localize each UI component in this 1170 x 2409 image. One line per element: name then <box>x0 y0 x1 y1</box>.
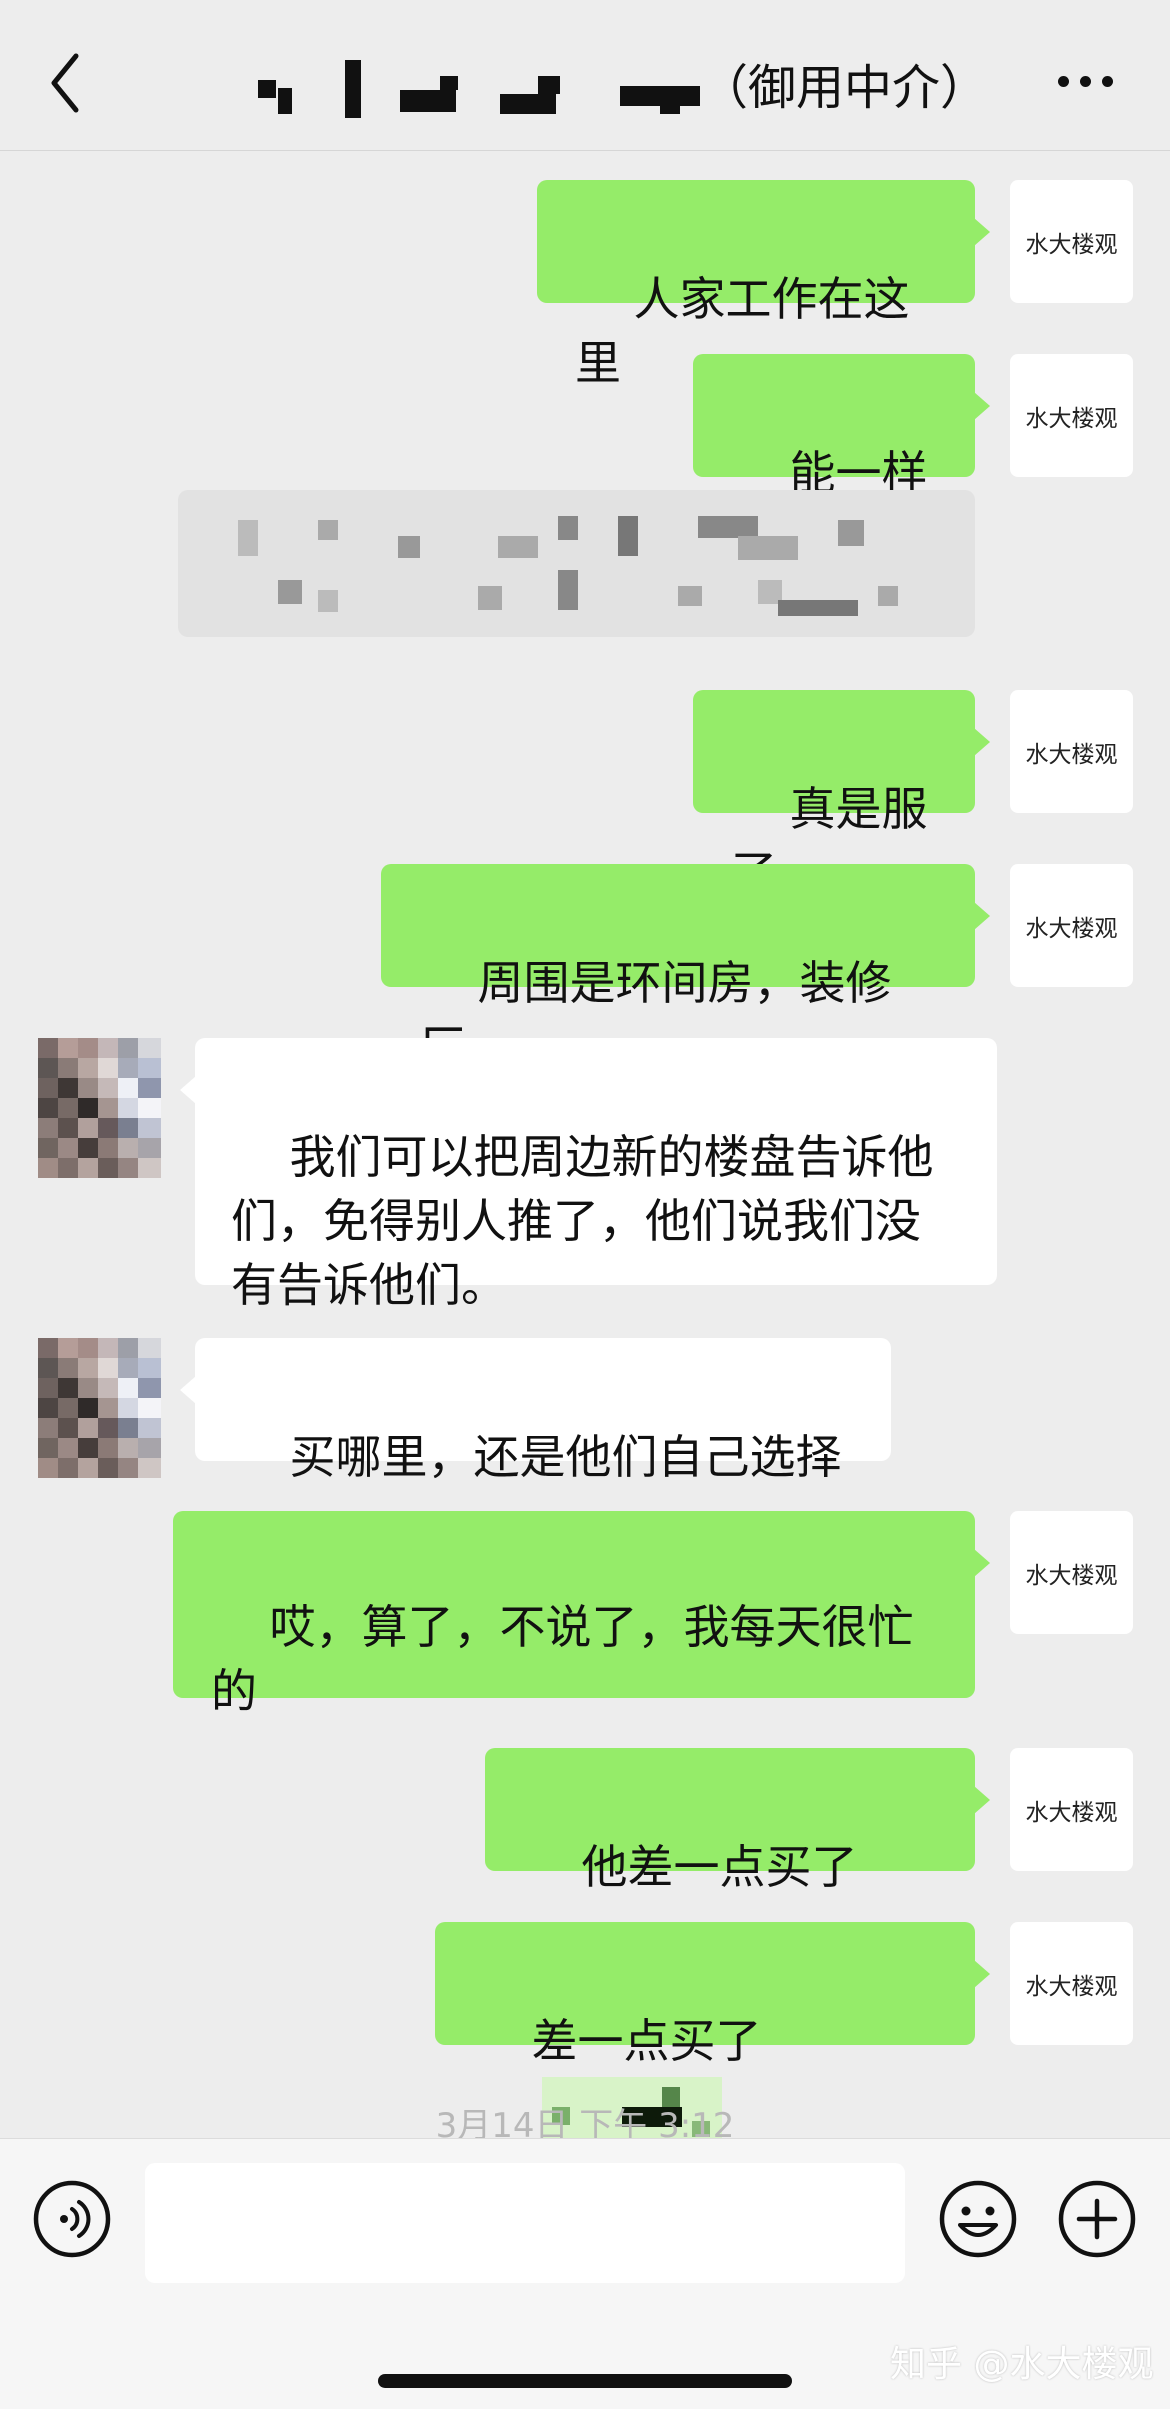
emoji-icon <box>939 2180 1017 2258</box>
voice-button[interactable] <box>32 2179 112 2259</box>
self-avatar[interactable]: 水大楼观 <box>1010 1748 1133 1871</box>
avatar-logo-text: 水大楼观 <box>1025 1562 1118 1589</box>
message-text: 我们可以把周边新的楼盘告诉他们，免得别人推了，他们说我们没有告诉他们。 <box>231 1130 934 1312</box>
home-indicator[interactable] <box>378 2374 792 2388</box>
contact-avatar[interactable] <box>38 1338 161 1478</box>
message-bubble-received[interactable]: 我们可以把周边新的楼盘告诉他们，免得别人推了，他们说我们没有告诉他们。 <box>180 1038 997 1312</box>
message-bubble-sent[interactable]: 差一点买了 <box>435 1922 990 2141</box>
message-bubble-sent[interactable]: 能一样吗 <box>693 354 990 564</box>
message-bubble-received[interactable]: 买哪里，还是他们自己选择 <box>180 1338 891 1484</box>
message-bubble-sent[interactable]: 真是服了 <box>693 690 990 900</box>
message-bubble-sent[interactable]: 人家工作在这里 <box>537 180 990 390</box>
self-avatar[interactable]: 水大楼观 <box>1010 864 1133 987</box>
plus-icon <box>1058 2180 1136 2258</box>
message-text: 差一点买了 <box>531 2014 762 2068</box>
back-button[interactable] <box>44 48 94 118</box>
emoji-button[interactable] <box>938 2179 1018 2259</box>
avatar-logo-text: 水大楼观 <box>1025 231 1118 258</box>
chat-screen: （御用中介） 人家工作在这里 水大楼观 能一样吗 水大楼观 <box>0 0 1170 2409</box>
contact-avatar[interactable] <box>38 1038 161 1178</box>
avatar-logo-text: 水大楼观 <box>1025 915 1118 942</box>
self-avatar[interactable]: 水大楼观 <box>1010 690 1133 813</box>
more-functions-button[interactable] <box>1057 2179 1137 2259</box>
message-bubble-sent[interactable]: 哎，算了，不说了，我每天很忙的 <box>173 1511 990 1718</box>
more-button[interactable] <box>1050 62 1120 102</box>
more-dots-icon <box>1058 76 1069 87</box>
chat-input-bar: 知乎 @水大楼观 <box>0 2138 1170 2409</box>
self-avatar[interactable]: 水大楼观 <box>1010 1922 1133 2045</box>
pixelated-avatar-image <box>38 1338 161 1478</box>
message-bubble-sent[interactable]: 周围是环间房，装修厂 <box>381 864 990 1074</box>
self-avatar[interactable]: 水大楼观 <box>1010 354 1133 477</box>
self-avatar[interactable]: 水大楼观 <box>1010 1511 1133 1634</box>
voice-icon <box>33 2180 111 2258</box>
pixelated-avatar-image <box>38 1038 161 1178</box>
source-watermark: 知乎 @水大楼观 <box>890 2344 1154 2385</box>
redacted-message <box>178 490 975 637</box>
self-avatar[interactable]: 水大楼观 <box>1010 180 1133 303</box>
chevron-left-icon <box>51 53 79 113</box>
chat-title: （御用中介） <box>250 40 1010 120</box>
message-text: 买哪里，还是他们自己选择 <box>289 1430 842 1484</box>
avatar-logo-text: 水大楼观 <box>1025 1799 1118 1826</box>
chat-title-suffix: （御用中介） <box>700 60 989 116</box>
avatar-logo-text: 水大楼观 <box>1025 1973 1118 2000</box>
avatar-logo-text: 水大楼观 <box>1025 741 1118 768</box>
message-input[interactable] <box>145 2163 905 2283</box>
avatar-logo-text: 水大楼观 <box>1025 405 1118 432</box>
message-text: 他差一点买了 <box>581 1840 858 1894</box>
message-text: 哎，算了，不说了，我每天很忙的 <box>211 1600 914 1718</box>
chat-header: （御用中介） <box>0 0 1170 151</box>
message-bubble-sent[interactable]: 他差一点买了 <box>485 1748 990 1947</box>
